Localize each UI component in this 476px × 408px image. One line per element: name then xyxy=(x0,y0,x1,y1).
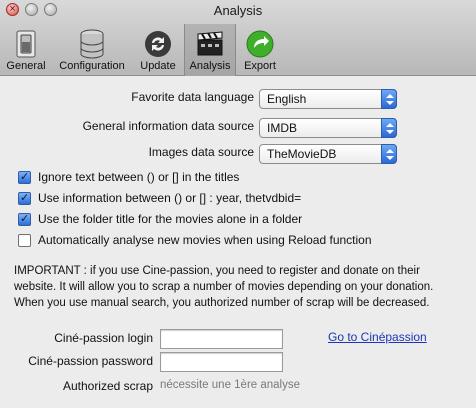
refresh-icon xyxy=(143,28,173,60)
checkbox-icon[interactable] xyxy=(18,170,31,184)
checkbox-icon[interactable] xyxy=(18,212,31,226)
checkbox-icon[interactable] xyxy=(18,233,31,247)
popup-arrows-icon xyxy=(381,89,397,109)
login-label: Ciné-passion login xyxy=(54,331,153,345)
toolbar-analysis[interactable]: Analysis xyxy=(184,24,236,76)
toolbar-configuration[interactable]: Configuration xyxy=(52,24,132,76)
toolbar-general[interactable]: General xyxy=(0,24,52,76)
preferences-toolbar: General Configuration Update Analysis Ex… xyxy=(0,24,284,76)
database-icon xyxy=(77,28,107,60)
scrap-label: Authorized scrap xyxy=(62,379,153,393)
password-row: Ciné-passion password xyxy=(0,354,153,368)
switch-icon xyxy=(11,28,41,60)
toolbar-update[interactable]: Update xyxy=(132,24,184,76)
green-arrow-icon xyxy=(245,28,275,60)
language-row: Favorite data language xyxy=(0,90,254,104)
images-source-popup[interactable]: TheMovieDB xyxy=(259,144,397,164)
password-field[interactable] xyxy=(160,352,283,372)
checkbox-ignore-text[interactable]: Ignore text between () or [] in the titl… xyxy=(18,170,239,184)
window-title: Analysis xyxy=(213,3,263,18)
info-source-label: General information data source xyxy=(82,119,254,133)
images-source-label: Images data source xyxy=(148,145,254,159)
popup-arrows-icon xyxy=(381,118,397,138)
popup-arrows-icon xyxy=(381,144,397,164)
window-chrome: Analysis General Configuration xyxy=(0,0,476,76)
checkbox-use-info[interactable]: Use information between () or [] : year,… xyxy=(18,191,301,205)
checkbox-icon[interactable] xyxy=(18,191,31,205)
language-popup[interactable]: English xyxy=(259,89,397,109)
clapperboard-icon xyxy=(195,28,225,60)
language-label: Favorite data language xyxy=(131,90,254,104)
password-label: Ciné-passion password xyxy=(28,354,153,368)
toolbar-export[interactable]: Export xyxy=(236,24,284,76)
info-source-row: General information data source xyxy=(0,119,254,133)
login-field[interactable] xyxy=(160,329,283,349)
scrap-row: Authorized scrap xyxy=(0,379,153,393)
checkbox-folder-title[interactable]: Use the folder title for the movies alon… xyxy=(18,212,302,226)
scrap-value: nécessite une 1ère analyse xyxy=(160,379,301,391)
cinepassion-link[interactable]: Go to Cinépassion xyxy=(328,330,427,344)
info-source-popup[interactable]: IMDB xyxy=(259,118,397,138)
login-row: Ciné-passion login xyxy=(0,331,153,345)
images-source-row: Images data source xyxy=(0,145,254,159)
checkbox-auto-analyse[interactable]: Automatically analyse new movies when us… xyxy=(18,233,372,247)
analysis-pane: Favorite data language English General i… xyxy=(0,77,476,408)
important-notice: IMPORTANT : if you use Cine-passion, you… xyxy=(14,265,434,309)
